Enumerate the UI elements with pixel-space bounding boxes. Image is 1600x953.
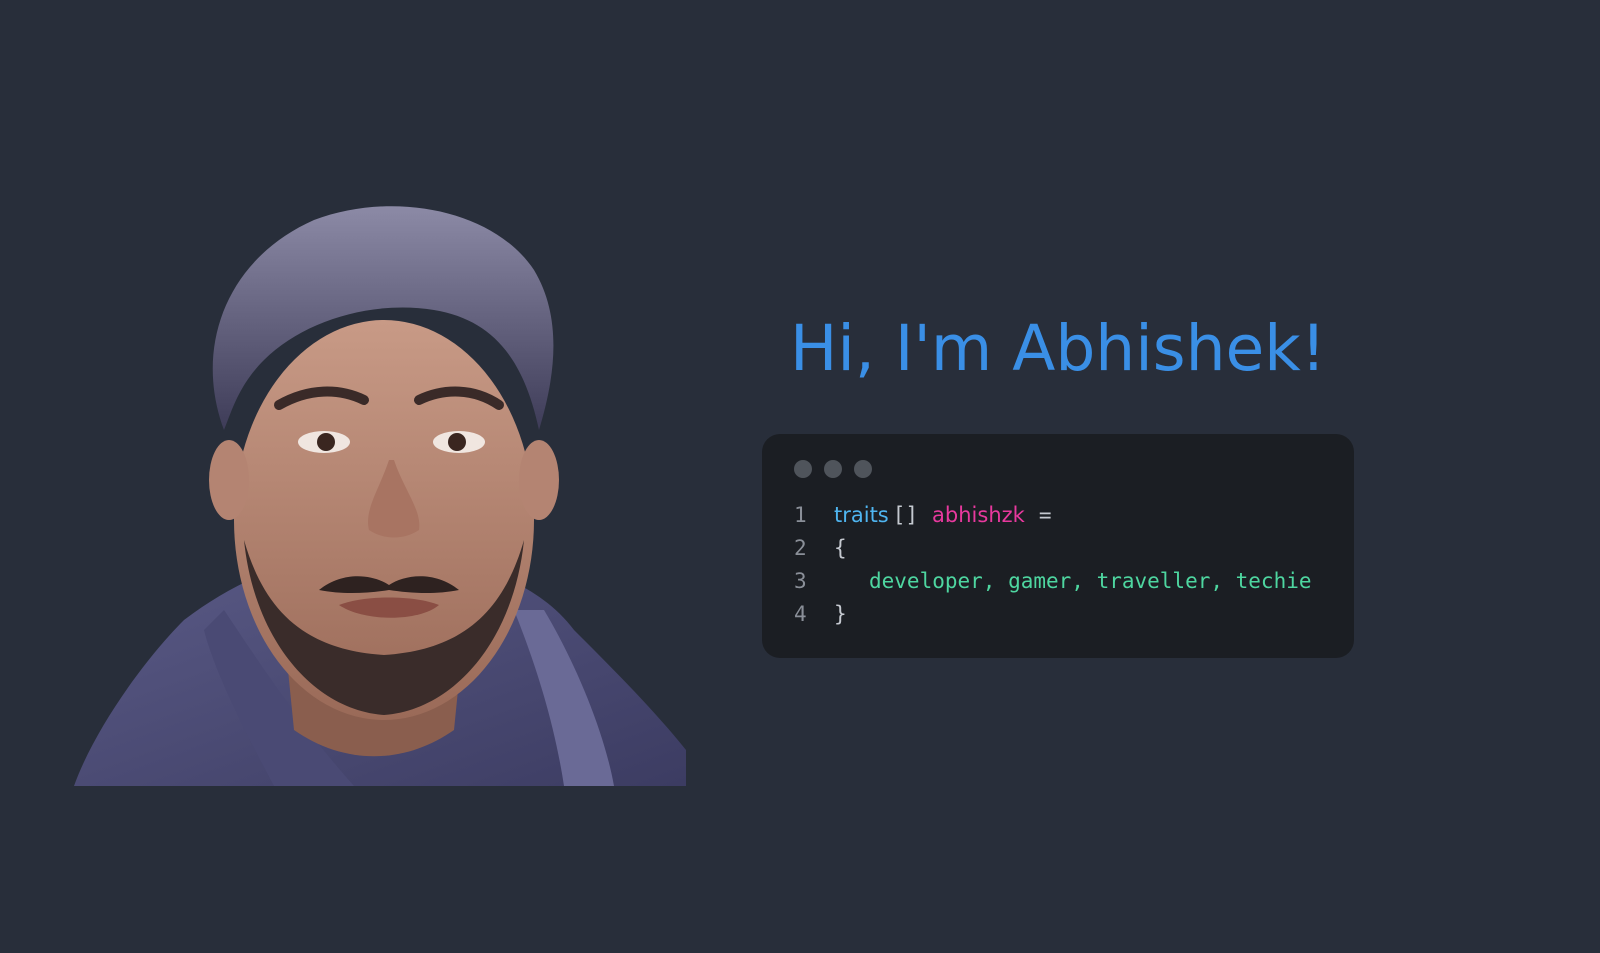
window-controls	[794, 460, 1324, 478]
window-dot-icon	[854, 460, 872, 478]
code-identifier: abhishzk	[932, 502, 1025, 527]
avatar-icon	[74, 206, 686, 786]
code-values: developer, gamer, traveller, techie	[869, 568, 1312, 593]
line-number: 3	[794, 568, 807, 593]
window-dot-icon	[794, 460, 812, 478]
window-dot-icon	[824, 460, 842, 478]
portrait-image	[74, 190, 686, 786]
code-brace: {	[834, 535, 847, 560]
code-window: 1 traits [] abhishzk = 2 { 3 developer, …	[762, 434, 1354, 658]
code-block: 1 traits [] abhishzk = 2 { 3 developer, …	[794, 498, 1324, 630]
line-number: 1	[794, 502, 807, 527]
code-type: traits	[834, 502, 889, 527]
code-operator: =	[1038, 502, 1052, 527]
line-number: 4	[794, 601, 807, 626]
code-line: 3 developer, gamer, traveller, techie	[794, 564, 1324, 597]
code-brace: }	[834, 601, 847, 626]
page: Hi, I'm Abhishek! 1 traits [] abhishzk =…	[0, 0, 1600, 953]
code-line: 1 traits [] abhishzk =	[794, 498, 1324, 531]
page-title: Hi, I'm Abhishek!	[790, 312, 1326, 385]
code-line: 2 {	[794, 531, 1324, 564]
code-brackets: []	[892, 502, 919, 527]
line-number: 2	[794, 535, 807, 560]
code-line: 4 }	[794, 597, 1324, 630]
